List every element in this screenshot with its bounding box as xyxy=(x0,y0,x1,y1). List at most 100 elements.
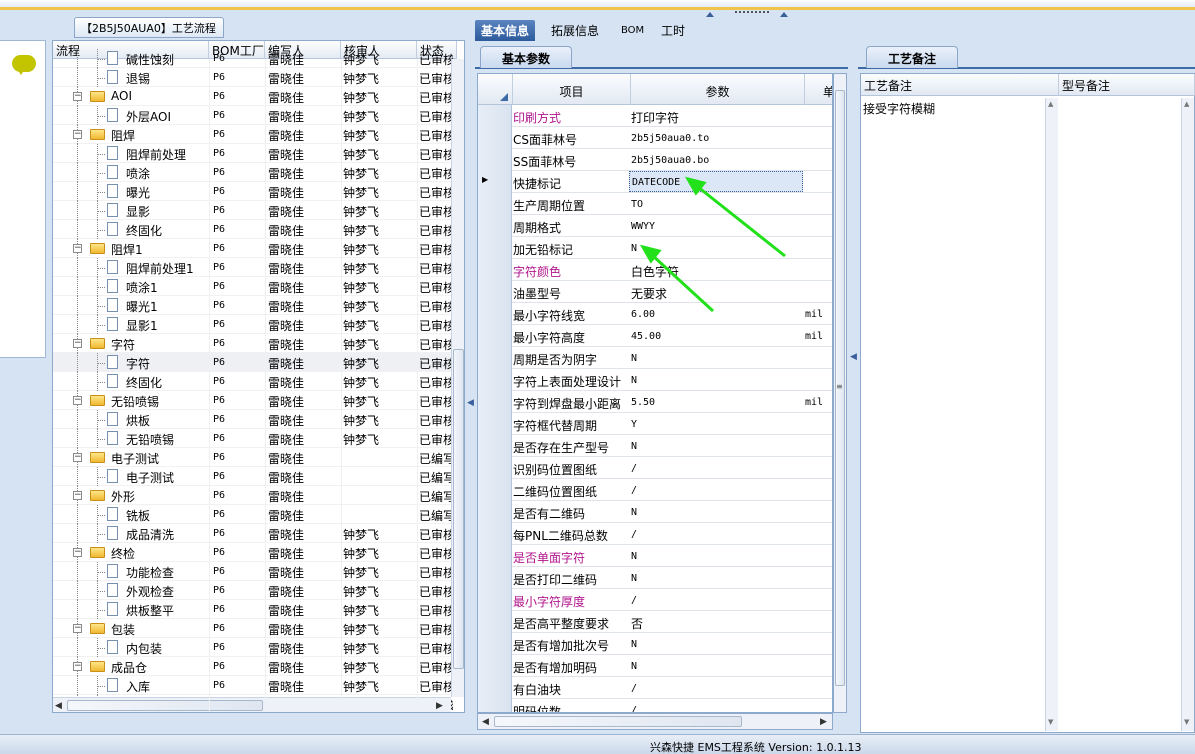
row-header[interactable] xyxy=(478,699,512,712)
param-row[interactable]: ▶ 快捷标记 DATECODE xyxy=(478,171,832,193)
scroll-up-arrow-icon[interactable]: ▲ xyxy=(1048,100,1053,108)
row-header[interactable]: ▶ xyxy=(478,171,512,193)
param-row[interactable]: 最小字符高度 45.00 mil xyxy=(478,325,832,347)
tree-group-row[interactable]: − 终检 P6 雷晓佳 钟梦飞 已审核 xyxy=(53,543,453,562)
collapse-minus-icon[interactable]: − xyxy=(73,339,82,348)
tree-item-row[interactable]: 曝光1 P6 雷晓佳 钟梦飞 已审核 xyxy=(53,296,453,315)
scroll-right-arrow-icon[interactable]: ▶ xyxy=(820,717,827,727)
param-value[interactable]: DATECODE xyxy=(629,171,803,192)
param-row[interactable]: 明码位数 / xyxy=(478,699,832,712)
param-value[interactable]: N xyxy=(631,353,801,364)
collapse-minus-icon[interactable]: − xyxy=(73,624,82,633)
row-header[interactable] xyxy=(478,193,512,215)
tree-hscroll-thumb[interactable] xyxy=(67,700,263,711)
param-value[interactable]: N xyxy=(631,639,801,650)
param-value[interactable]: WWYY xyxy=(631,221,801,232)
param-value[interactable]: N xyxy=(631,551,801,562)
process-note-scrollbar[interactable]: ▲ ▼ xyxy=(1045,98,1058,731)
param-value[interactable]: N xyxy=(631,441,801,452)
row-header[interactable] xyxy=(478,237,512,259)
param-row[interactable]: 加无铅标记 N xyxy=(478,237,832,259)
scroll-right-arrow-icon[interactable]: ▶ xyxy=(436,701,443,711)
param-row[interactable]: 生产周期位置 TO xyxy=(478,193,832,215)
param-row[interactable]: SS面菲林号 2b5j50aua0.bo xyxy=(478,149,832,171)
scroll-left-arrow-icon[interactable]: ◀ xyxy=(482,717,489,727)
row-header[interactable] xyxy=(478,457,512,479)
param-value[interactable]: / xyxy=(631,595,801,606)
row-header[interactable] xyxy=(478,391,512,413)
row-header[interactable] xyxy=(478,127,512,149)
tree-item-row[interactable]: 成品清洗 P6 雷晓佳 钟梦飞 已审核 xyxy=(53,524,453,543)
param-row[interactable]: 是否有增加批次号 N xyxy=(478,633,832,655)
row-header[interactable] xyxy=(478,369,512,391)
tree-item-row[interactable]: 无铅喷锡 P6 雷晓佳 钟梦飞 已审核 xyxy=(53,429,453,448)
param-row[interactable]: 有白油块 / xyxy=(478,677,832,699)
collapse-minus-icon[interactable]: − xyxy=(73,244,82,253)
param-row[interactable]: 油墨型号 无要求 xyxy=(478,281,832,303)
tree-item-row[interactable]: 曝光 P6 雷晓佳 钟梦飞 已审核 xyxy=(53,182,453,201)
tree-group-row[interactable]: − 字符 P6 雷晓佳 钟梦飞 已审核 xyxy=(53,334,453,353)
collapse-up-icon[interactable] xyxy=(706,12,714,17)
tree-item-row[interactable]: 显影1 P6 雷晓佳 钟梦飞 已审核 xyxy=(53,315,453,334)
splitter-grip[interactable] xyxy=(735,11,769,15)
param-row[interactable]: 是否存在生产型号 N xyxy=(478,435,832,457)
param-value[interactable]: 6.00 xyxy=(631,309,801,320)
param-value[interactable]: 否 xyxy=(631,615,801,632)
tree-item-row[interactable]: 铣板 P6 雷晓佳 已编写 xyxy=(53,505,453,524)
tree-item-row[interactable]: 碱性蚀刻 P6 雷晓佳 钟梦飞 已审核 xyxy=(53,49,453,68)
tab-work-hours[interactable]: 工时 xyxy=(655,20,691,41)
tree-group-row[interactable]: − AOI P6 雷晓佳 钟梦飞 已审核 xyxy=(53,87,453,106)
row-header[interactable] xyxy=(478,567,512,589)
tree-item-row[interactable]: 阻焊前处理1 P6 雷晓佳 钟梦飞 已审核 xyxy=(53,258,453,277)
scroll-left-arrow-icon[interactable]: ◀ xyxy=(55,701,62,711)
row-header[interactable] xyxy=(478,149,512,171)
tab-process-notes[interactable]: 工艺备注 xyxy=(866,46,958,68)
col-header-item[interactable]: 项目 xyxy=(513,74,631,105)
param-value[interactable]: / xyxy=(631,463,801,474)
tree-group-row[interactable]: − 电子测试 P6 雷晓佳 已编写 xyxy=(53,448,453,467)
param-row[interactable]: 字符上表面处理设计 N xyxy=(478,369,832,391)
scroll-up-arrow-icon[interactable]: ▲ xyxy=(1184,100,1189,108)
collapse-minus-icon[interactable]: − xyxy=(73,92,82,101)
tree-item-row[interactable]: 退锡 P6 雷晓佳 钟梦飞 已审核 xyxy=(53,68,453,87)
param-row[interactable]: 是否打印二维码 N xyxy=(478,567,832,589)
collapse-minus-icon[interactable]: − xyxy=(73,396,82,405)
param-row[interactable]: 是否有二维码 N xyxy=(478,501,832,523)
tree-group-row[interactable]: − 阻焊 P6 雷晓佳 钟梦飞 已审核 xyxy=(53,125,453,144)
tree-item-row[interactable]: 烘板 P6 雷晓佳 钟梦飞 已审核 xyxy=(53,410,453,429)
row-header[interactable] xyxy=(478,347,512,369)
tab-bom[interactable]: BOM xyxy=(615,23,650,44)
tree-item-row[interactable]: 入库 P6 雷晓佳 钟梦飞 已审核 xyxy=(53,676,453,695)
param-value[interactable]: 45.00 xyxy=(631,331,801,342)
tree-item-row[interactable]: 喷涂 P6 雷晓佳 钟梦飞 已审核 xyxy=(53,163,453,182)
row-header[interactable] xyxy=(478,413,512,435)
tree-item-row[interactable]: 外观检查 P6 雷晓佳 钟梦飞 已审核 xyxy=(53,581,453,600)
row-header[interactable] xyxy=(478,435,512,457)
tree-group-row[interactable]: − 外形 P6 雷晓佳 已编写 xyxy=(53,486,453,505)
param-value[interactable]: 无要求 xyxy=(631,285,801,302)
row-header[interactable] xyxy=(478,545,512,567)
collapse-minus-icon[interactable]: − xyxy=(73,548,82,557)
param-row[interactable]: 印刷方式 打印字符 xyxy=(478,105,832,127)
tree-item-row[interactable]: 字符 P6 雷晓佳 钟梦飞 已审核 xyxy=(53,353,453,372)
row-header[interactable] xyxy=(478,655,512,677)
param-row[interactable]: 是否有增加明码 N xyxy=(478,655,832,677)
param-value[interactable]: N xyxy=(631,507,801,518)
row-header[interactable] xyxy=(478,259,512,281)
param-vertical-scrollbar[interactable]: ≡ xyxy=(833,73,847,713)
row-header[interactable] xyxy=(478,281,512,303)
collapse-minus-icon[interactable]: − xyxy=(73,491,82,500)
tab-extended-info[interactable]: 拓展信息 xyxy=(545,20,605,41)
tree-item-row[interactable]: 终固化 P6 雷晓佳 钟梦飞 已审核 xyxy=(53,220,453,239)
row-header[interactable] xyxy=(478,589,512,611)
tree-item-row[interactable]: 烘板整平 P6 雷晓佳 钟梦飞 已审核 xyxy=(53,600,453,619)
col-header-unit[interactable]: 单 xyxy=(805,74,832,105)
row-header[interactable] xyxy=(478,677,512,699)
param-value[interactable]: / xyxy=(631,683,801,694)
collapse-left-icon[interactable]: ◀ xyxy=(467,398,474,408)
main-splitter[interactable]: ◀ xyxy=(465,18,475,734)
row-header[interactable] xyxy=(478,523,512,545)
param-row[interactable]: CS面菲林号 2b5j50aua0.to xyxy=(478,127,832,149)
param-value[interactable]: 2b5j50aua0.to xyxy=(631,133,801,144)
collapse-minus-icon[interactable]: − xyxy=(73,662,82,671)
